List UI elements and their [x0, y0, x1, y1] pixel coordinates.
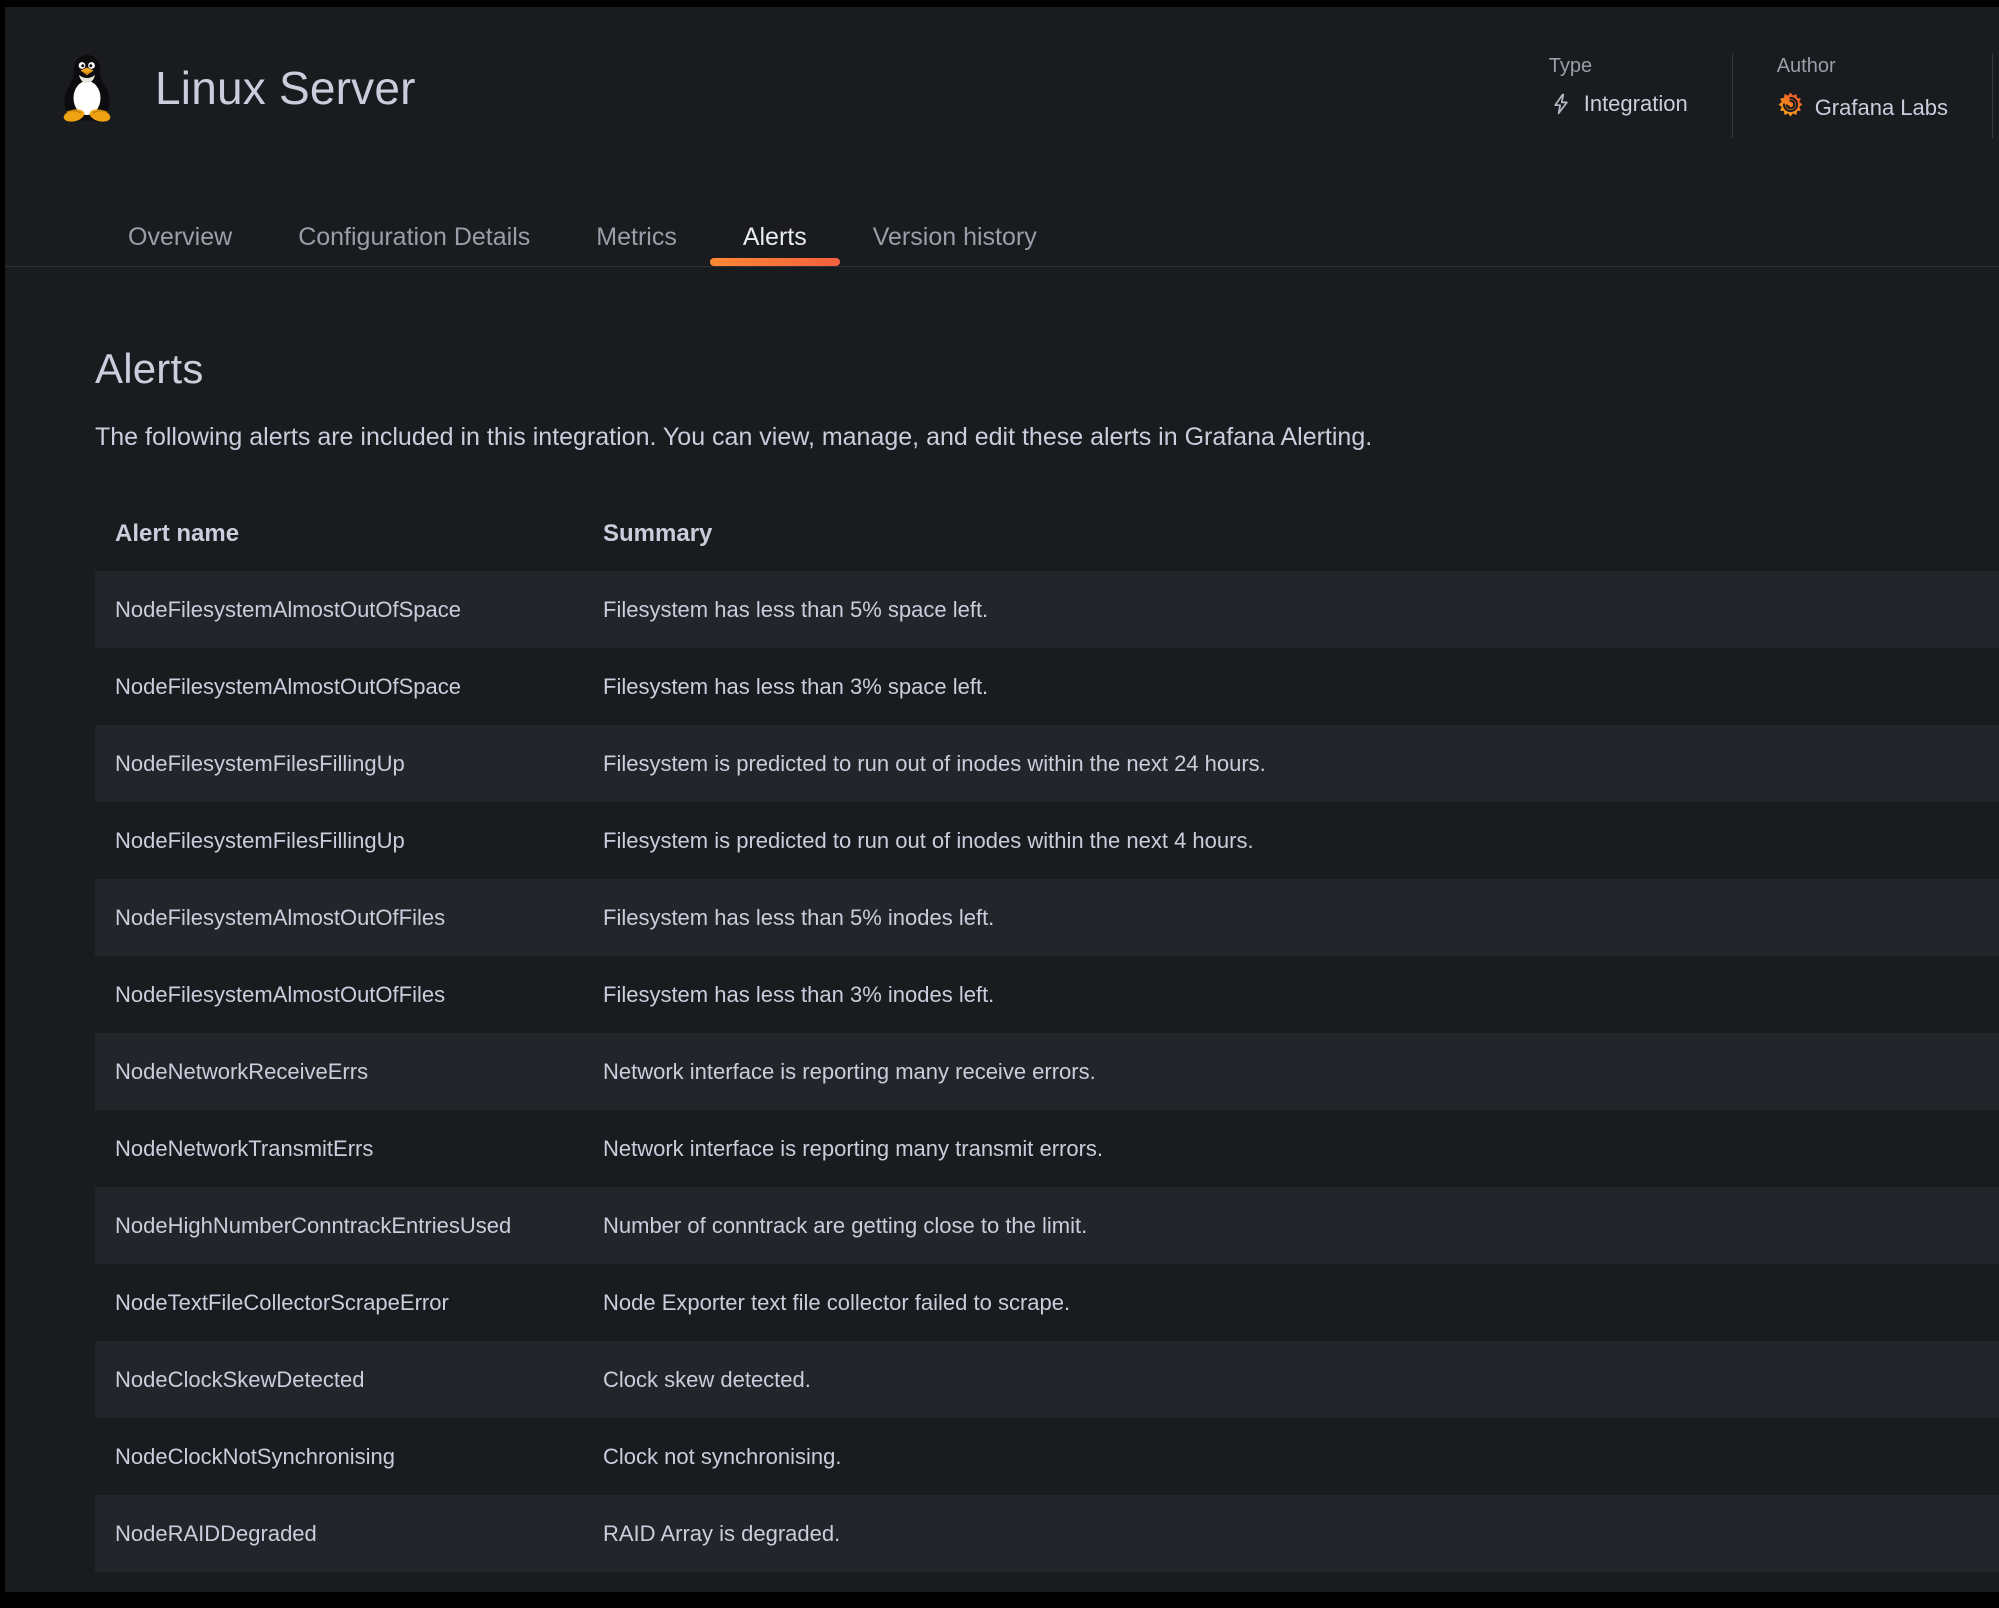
column-header-summary: Summary — [583, 497, 1999, 571]
tab-bar: Overview Configuration Details Metrics A… — [5, 208, 1999, 267]
tab-overview[interactable]: Overview — [95, 208, 265, 266]
table-row: NodeRAIDDiskFailureFailed device in RAID… — [95, 1572, 1999, 1592]
alerts-section: Alerts The following alerts are included… — [5, 345, 1999, 1592]
alert-name-cell: NodeNetworkReceiveErrs — [95, 1033, 583, 1110]
alert-name-cell: NodeClockNotSynchronising — [95, 1418, 583, 1495]
summary-cell: Network interface is reporting many tran… — [583, 1110, 1999, 1187]
meta-type-value: Integration — [1584, 91, 1688, 117]
table-header-row: Alert name Summary — [95, 497, 1999, 571]
grafana-logo-icon — [1777, 91, 1804, 124]
summary-cell: Clock skew detected. — [583, 1341, 1999, 1418]
summary-cell: Filesystem is predicted to run out of in… — [583, 802, 1999, 879]
table-row: NodeFilesystemAlmostOutOfFilesFilesystem… — [95, 956, 1999, 1033]
summary-cell: Network interface is reporting many rece… — [583, 1033, 1999, 1110]
alert-name-cell: NodeClockSkewDetected — [95, 1341, 583, 1418]
page-title: Linux Server — [155, 61, 416, 115]
table-row: NodeHighNumberConntrackEntriesUsedNumber… — [95, 1187, 1999, 1264]
alert-name-cell: NodeFilesystemFilesFillingUp — [95, 725, 583, 802]
summary-cell: Failed device in RAID array. — [583, 1572, 1999, 1592]
summary-cell: Filesystem has less than 5% space left. — [583, 571, 1999, 648]
table-row: NodeFilesystemAlmostOutOfSpaceFilesystem… — [95, 571, 1999, 648]
tab-alerts[interactable]: Alerts — [710, 208, 840, 266]
table-row: NodeNetworkReceiveErrsNetwork interface … — [95, 1033, 1999, 1110]
section-heading: Alerts — [95, 345, 1999, 393]
alert-name-cell: NodeFilesystemFilesFillingUp — [95, 802, 583, 879]
alert-name-cell: NodeHighNumberConntrackEntriesUsed — [95, 1187, 583, 1264]
alert-name-cell: NodeFilesystemAlmostOutOfSpace — [95, 648, 583, 725]
summary-cell: Number of conntrack are getting close to… — [583, 1187, 1999, 1264]
alert-name-cell: NodeFilesystemAlmostOutOfSpace — [95, 571, 583, 648]
table-row: NodeNetworkTransmitErrsNetwork interface… — [95, 1110, 1999, 1187]
alerts-table: Alert name Summary NodeFilesystemAlmostO… — [95, 497, 1999, 1592]
meta-type: Type Integration — [1505, 53, 1733, 138]
tab-configuration-details[interactable]: Configuration Details — [265, 208, 563, 266]
table-row: NodeFilesystemAlmostOutOfSpaceFilesystem… — [95, 648, 1999, 725]
summary-cell: Filesystem has less than 5% inodes left. — [583, 879, 1999, 956]
integration-detail-page: Linux Server Type Integration Author — [5, 7, 1999, 1592]
summary-cell: Filesystem is predicted to run out of in… — [583, 725, 1999, 802]
summary-cell: Filesystem has less than 3% space left. — [583, 648, 1999, 725]
bolt-icon — [1549, 92, 1573, 116]
alert-name-cell: NodeNetworkTransmitErrs — [95, 1110, 583, 1187]
meta-author: Author — [1733, 53, 1993, 138]
tab-metrics[interactable]: Metrics — [563, 208, 710, 266]
tab-version-history[interactable]: Version history — [840, 208, 1070, 266]
section-description: The following alerts are included in thi… — [95, 421, 1999, 453]
header-metadata: Type Integration Author — [1505, 53, 1993, 138]
page-header: Linux Server Type Integration Author — [5, 7, 1999, 138]
meta-author-label: Author — [1777, 55, 1948, 78]
column-header-alert-name: Alert name — [95, 497, 583, 571]
table-row: NodeClockNotSynchronisingClock not synch… — [95, 1418, 1999, 1495]
meta-author-value: Grafana Labs — [1815, 95, 1948, 121]
alert-name-cell: NodeRAIDDegraded — [95, 1495, 583, 1572]
table-row: NodeFilesystemFilesFillingUpFilesystem i… — [95, 802, 1999, 879]
alert-name-cell: NodeFilesystemAlmostOutOfFiles — [95, 956, 583, 1033]
alert-name-cell: NodeRAIDDiskFailure — [95, 1572, 583, 1592]
alert-name-cell: NodeFilesystemAlmostOutOfFiles — [95, 879, 583, 956]
alert-name-cell: NodeTextFileCollectorScrapeError — [95, 1264, 583, 1341]
summary-cell: RAID Array is degraded. — [583, 1495, 1999, 1572]
meta-type-label: Type — [1549, 55, 1688, 78]
table-row: NodeFilesystemFilesFillingUpFilesystem i… — [95, 725, 1999, 802]
table-row: NodeTextFileCollectorScrapeErrorNode Exp… — [95, 1264, 1999, 1341]
summary-cell: Node Exporter text file collector failed… — [583, 1264, 1999, 1341]
table-row: NodeRAIDDegradedRAID Array is degraded. — [95, 1495, 1999, 1572]
tux-penguin-logo-icon — [55, 53, 119, 123]
summary-cell: Filesystem has less than 3% inodes left. — [583, 956, 1999, 1033]
table-row: NodeClockSkewDetectedClock skew detected… — [95, 1341, 1999, 1418]
table-row: NodeFilesystemAlmostOutOfFilesFilesystem… — [95, 879, 1999, 956]
summary-cell: Clock not synchronising. — [583, 1418, 1999, 1495]
